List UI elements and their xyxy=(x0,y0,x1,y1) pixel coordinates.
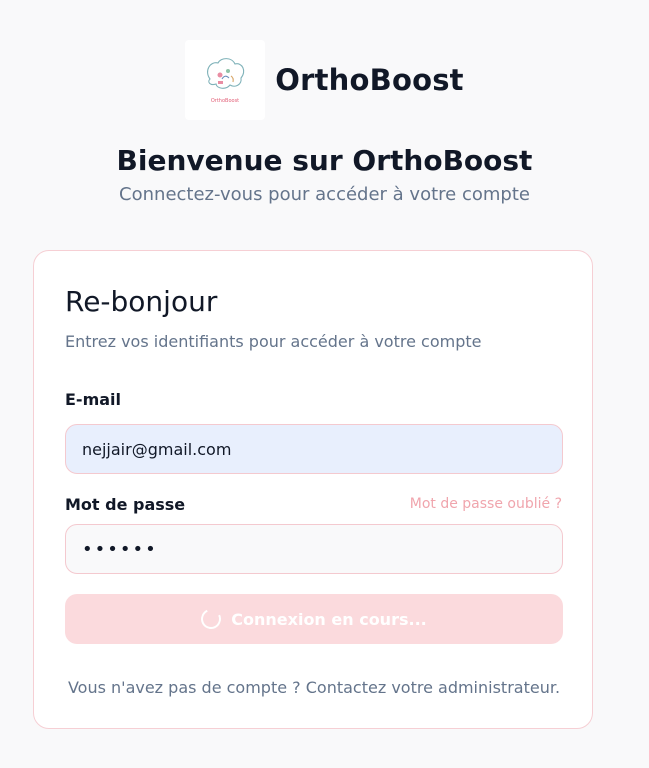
login-button[interactable]: Connexion en cours... xyxy=(65,594,563,644)
app-header: OrthoBoost OrthoBoost xyxy=(0,40,649,120)
forgot-password-link[interactable]: Mot de passe oublié ? xyxy=(410,496,562,512)
password-label: Mot de passe xyxy=(65,495,186,514)
svg-text:OrthoBoost: OrthoBoost xyxy=(211,98,239,104)
brand-logo-icon: OrthoBoost xyxy=(207,58,245,104)
brand-name: OrthoBoost xyxy=(275,63,464,97)
card-subtitle: Entrez vos identifiants pour accéder à v… xyxy=(65,332,482,351)
brand-logo: OrthoBoost xyxy=(185,40,266,120)
password-field[interactable] xyxy=(65,524,563,574)
page-title: Bienvenue sur OrthoBoost xyxy=(116,144,533,177)
loading-spinner-icon xyxy=(198,606,225,632)
email-field[interactable] xyxy=(65,424,563,474)
page-subtitle: Connectez-vous pour accéder à votre comp… xyxy=(119,184,530,205)
email-label: E-mail xyxy=(65,390,122,409)
login-card: Re-bonjour Entrez vos identifiants pour … xyxy=(33,250,593,729)
card-title: Re-bonjour xyxy=(65,285,218,318)
no-account-message: Vous n'avez pas de compte ? Contactez vo… xyxy=(67,678,561,697)
login-button-label: Connexion en cours... xyxy=(231,609,427,629)
